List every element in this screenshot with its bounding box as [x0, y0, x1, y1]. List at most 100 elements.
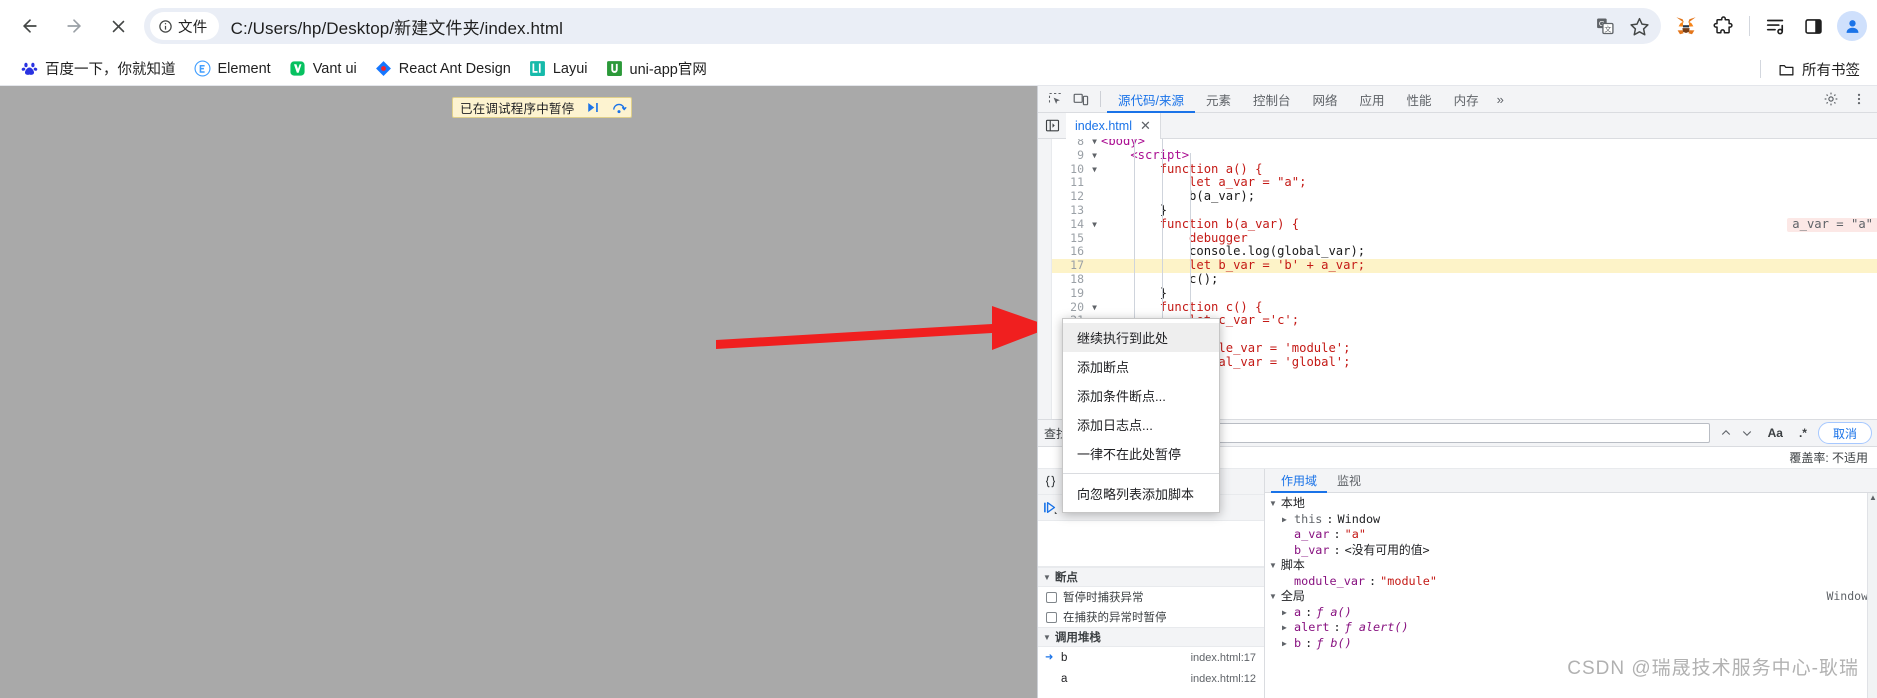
- fold-arrow[interactable]: ▼: [1088, 301, 1101, 315]
- expand-icon[interactable]: ▶: [1282, 620, 1290, 636]
- expand-icon[interactable]: ▶: [1282, 512, 1290, 528]
- metamask-fox-icon[interactable]: [1669, 9, 1703, 43]
- tab-label: 源代码/来源: [1118, 93, 1184, 108]
- inspect-element-icon[interactable]: [1042, 87, 1068, 111]
- tab-performance[interactable]: 性能: [1396, 86, 1443, 113]
- regex-button[interactable]: .*: [1794, 426, 1812, 440]
- tab-watch[interactable]: 监视: [1327, 469, 1371, 493]
- context-menu-item-add-breakpoint[interactable]: 添加断点: [1063, 352, 1219, 381]
- frame-location: index.html:12: [1190, 672, 1256, 685]
- code-line[interactable]: 11 let a_var = "a";: [1052, 176, 1877, 190]
- expand-icon[interactable]: ▶: [1282, 605, 1290, 621]
- expand-icon[interactable]: ▶: [1282, 636, 1290, 652]
- match-case-button[interactable]: Aa: [1763, 426, 1788, 440]
- callstack-section-header[interactable]: ▼ 调用堆栈: [1038, 627, 1264, 647]
- scope-row-this[interactable]: ▶ this : Window: [1269, 512, 1877, 528]
- tab-scope[interactable]: 作用域: [1271, 469, 1327, 493]
- url-text[interactable]: C:/Users/hp/Desktop/新建文件夹/index.html: [219, 14, 1589, 39]
- code-line[interactable]: 16 console.log(global_var);: [1052, 245, 1877, 259]
- scope-group-local[interactable]: ▼ 本地: [1269, 496, 1877, 512]
- callstack-frame-current[interactable]: ➜ b index.html:17: [1038, 647, 1264, 668]
- bookmark-react-ant-design[interactable]: React Ant Design: [366, 57, 520, 80]
- code-line-current[interactable]: 17 let b_var = 'b' + a_var;: [1052, 258, 1877, 273]
- line-text: <body>: [1101, 139, 1146, 148]
- bookmark-vant[interactable]: Vant ui: [280, 57, 366, 80]
- cancel-button[interactable]: 取消: [1817, 422, 1872, 444]
- fold-arrow[interactable]: ▼: [1088, 139, 1101, 149]
- three-dot-menu-icon[interactable]: [1846, 87, 1872, 111]
- fold-arrow[interactable]: ▼: [1088, 149, 1101, 163]
- page-viewport[interactable]: 已在调试程序中暂停: [0, 86, 1037, 698]
- step-over-icon[interactable]: [606, 98, 631, 117]
- file-tab-index-html[interactable]: index.html ✕: [1066, 112, 1161, 139]
- side-panel-icon[interactable]: [1796, 9, 1830, 43]
- code-line[interactable]: 18 c();: [1052, 272, 1877, 287]
- code-line[interactable]: 19 }: [1052, 286, 1877, 301]
- resume-debugger-icon[interactable]: [1038, 496, 1062, 520]
- scope-row-a[interactable]: ▶ a : ƒ a(): [1269, 605, 1877, 621]
- context-menu-item-add-script-to-ignore-list[interactable]: 向忽略列表添加脚本: [1063, 479, 1219, 508]
- scope-row-b-var[interactable]: b_var : <没有可用的值>: [1269, 543, 1877, 559]
- code-line[interactable]: 13 }: [1052, 203, 1877, 218]
- scope-row-a-var[interactable]: a_var : "a": [1269, 527, 1877, 543]
- breakpoint-option-row[interactable]: 在捕获的异常时暂停: [1038, 607, 1264, 627]
- breakpoints-section-header[interactable]: ▼ 断点: [1038, 567, 1264, 587]
- checkbox[interactable]: [1046, 591, 1057, 603]
- bookmark-element[interactable]: Element: [185, 57, 280, 80]
- context-menu-item-never-pause-here[interactable]: 一律不在此处暂停: [1063, 439, 1219, 468]
- code-line[interactable]: 12 b(a_var);: [1052, 189, 1877, 204]
- all-bookmarks-button[interactable]: 所有书签: [1769, 56, 1869, 83]
- code-line[interactable]: 20 ▼ function c() {: [1052, 300, 1877, 315]
- tab-memory[interactable]: 内存: [1443, 86, 1490, 113]
- scope-scrollbar[interactable]: ▲: [1867, 493, 1877, 698]
- context-menu-item-continue-to-here[interactable]: 继续执行到此处: [1063, 323, 1219, 352]
- profile-avatar[interactable]: [1837, 11, 1867, 41]
- close-icon[interactable]: ✕: [1140, 119, 1151, 132]
- bookmark-layui[interactable]: Layui: [520, 57, 597, 80]
- chevron-up-icon[interactable]: [1716, 423, 1736, 443]
- format-braces-icon[interactable]: [1038, 470, 1062, 494]
- reading-list-icon[interactable]: [1759, 9, 1793, 43]
- scope-tab-label: 作用域: [1281, 474, 1318, 488]
- address-bar[interactable]: 文件 C:/Users/hp/Desktop/新建文件夹/index.html …: [144, 8, 1661, 44]
- tab-sources[interactable]: 源代码/来源: [1107, 86, 1195, 113]
- scope-row-alert[interactable]: ▶ alert : ƒ alert(): [1269, 620, 1877, 636]
- extensions-puzzle-icon[interactable]: [1706, 9, 1740, 43]
- bookmark-star-icon[interactable]: [1623, 10, 1655, 42]
- checkbox[interactable]: [1046, 611, 1057, 623]
- back-button[interactable]: [10, 6, 50, 46]
- site-info-chip[interactable]: 文件: [150, 12, 219, 40]
- code-line[interactable]: 15 debugger: [1052, 231, 1877, 246]
- scope-group-script[interactable]: ▼ 脚本: [1269, 558, 1877, 574]
- scope-group-name: 本地: [1280, 496, 1305, 510]
- callstack-frame[interactable]: a index.html:12: [1038, 668, 1264, 689]
- scope-tree[interactable]: ▼ 本地 ▶ this : Window a_var : "a" b_var :: [1265, 493, 1877, 651]
- code-line[interactable]: 9 ▼ <script>: [1052, 148, 1877, 163]
- resume-script-icon[interactable]: [581, 98, 606, 117]
- scope-group-global[interactable]: ▼ 全局 Window: [1269, 589, 1877, 605]
- translate-icon[interactable]: G文: [1589, 10, 1621, 42]
- tab-console[interactable]: 控制台: [1242, 86, 1302, 113]
- chevron-down-icon[interactable]: [1737, 423, 1757, 443]
- more-tabs-button[interactable]: »: [1490, 86, 1511, 113]
- context-menu-item-add-logpoint[interactable]: 添加日志点...: [1063, 410, 1219, 439]
- stop-loading-button[interactable]: [98, 6, 138, 46]
- tab-network[interactable]: 网络: [1302, 86, 1349, 113]
- device-toolbar-icon[interactable]: [1068, 87, 1094, 111]
- scope-row-b[interactable]: ▶ b : ƒ b(): [1269, 636, 1877, 652]
- scrollbar-up-arrow[interactable]: ▲: [1869, 493, 1877, 503]
- code-line[interactable]: 10 ▼ function a() {: [1052, 162, 1877, 177]
- gear-icon[interactable]: [1818, 87, 1844, 111]
- tab-elements[interactable]: 元素: [1195, 86, 1242, 113]
- tab-application[interactable]: 应用: [1349, 86, 1396, 113]
- breakpoint-option-row[interactable]: 暂停时捕获异常: [1038, 587, 1264, 607]
- bookmark-uniapp[interactable]: uni-app官网: [597, 55, 716, 82]
- context-menu-item-add-conditional-breakpoint[interactable]: 添加条件断点...: [1063, 381, 1219, 410]
- scope-row-module-var[interactable]: module_var : "module": [1269, 574, 1877, 590]
- bookmark-baidu[interactable]: 百度一下，你就知道: [12, 55, 185, 82]
- fold-arrow[interactable]: ▼: [1088, 218, 1101, 232]
- forward-button[interactable]: [54, 6, 94, 46]
- fold-arrow[interactable]: ▼: [1088, 163, 1101, 177]
- show-navigator-icon[interactable]: [1038, 113, 1066, 139]
- code-line[interactable]: 14 ▼ function b(a_var) { a_var = "a": [1052, 217, 1877, 232]
